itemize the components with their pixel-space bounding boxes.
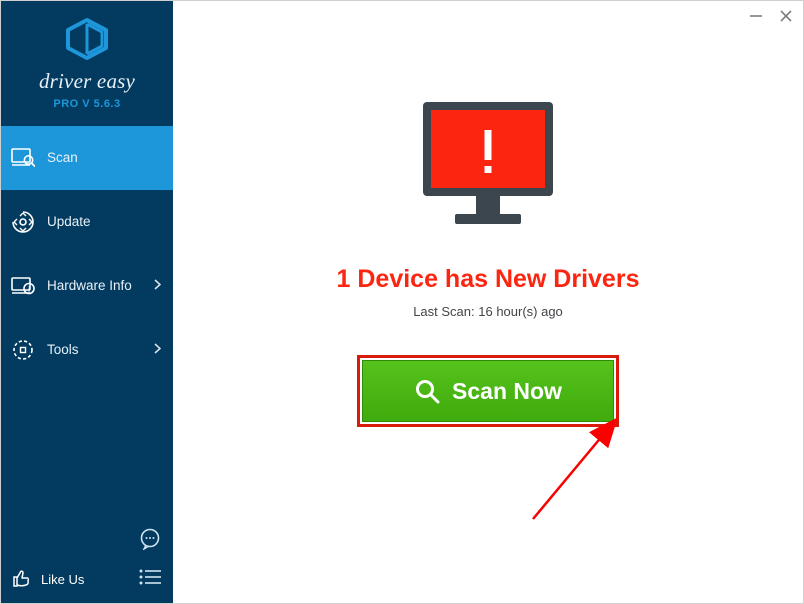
- sidebar-nav: Scan Update: [1, 126, 173, 382]
- alert-monitor-icon: [413, 96, 563, 241]
- app-window: driver easy PRO V 5.6.3 Scan: [0, 0, 804, 604]
- sidebar-item-label: Tools: [47, 342, 79, 357]
- app-logo-icon: [64, 18, 110, 69]
- scan-icon: [11, 146, 35, 170]
- menu-list-icon[interactable]: [139, 569, 161, 590]
- thumbs-up-icon: [11, 568, 31, 591]
- app-version: PRO V 5.6.3: [53, 98, 120, 110]
- sidebar-item-tools[interactable]: Tools: [1, 318, 173, 382]
- sidebar-item-scan[interactable]: Scan: [1, 126, 173, 190]
- minimize-button[interactable]: [749, 9, 763, 28]
- last-scan-text: Last Scan: 16 hour(s) ago: [413, 304, 563, 319]
- scan-button-label: Scan Now: [452, 378, 562, 405]
- search-icon: [414, 378, 440, 404]
- scan-status-block: 1 Device has New Drivers Last Scan: 16 h…: [173, 96, 803, 427]
- sidebar-item-hardware-info[interactable]: i Hardware Info: [1, 254, 173, 318]
- chevron-right-icon: [154, 342, 161, 357]
- close-button[interactable]: [779, 9, 793, 28]
- app-name: driver easy: [39, 69, 135, 94]
- like-us-label: Like Us: [41, 572, 84, 587]
- sidebar: driver easy PRO V 5.6.3 Scan: [1, 1, 173, 603]
- tools-icon: [11, 338, 35, 362]
- svg-text:i: i: [28, 285, 30, 294]
- sidebar-item-label: Update: [47, 214, 91, 229]
- feedback-icon[interactable]: [139, 528, 161, 555]
- hardware-info-icon: i: [11, 274, 35, 298]
- like-us-button[interactable]: Like Us: [11, 568, 84, 591]
- scan-now-button[interactable]: Scan Now: [362, 360, 614, 422]
- window-controls: [749, 9, 793, 28]
- status-headline: 1 Device has New Drivers: [337, 265, 640, 294]
- main-panel: 1 Device has New Drivers Last Scan: 16 h…: [173, 1, 803, 603]
- update-icon: [11, 210, 35, 234]
- sidebar-footer: Like Us: [1, 558, 173, 603]
- app-logo-block: driver easy PRO V 5.6.3: [1, 1, 173, 126]
- scan-button-highlight: Scan Now: [357, 355, 619, 427]
- sidebar-item-label: Hardware Info: [47, 278, 132, 293]
- sidebar-item-label: Scan: [47, 150, 78, 165]
- chevron-right-icon: [154, 278, 161, 293]
- sidebar-item-update[interactable]: Update: [1, 190, 173, 254]
